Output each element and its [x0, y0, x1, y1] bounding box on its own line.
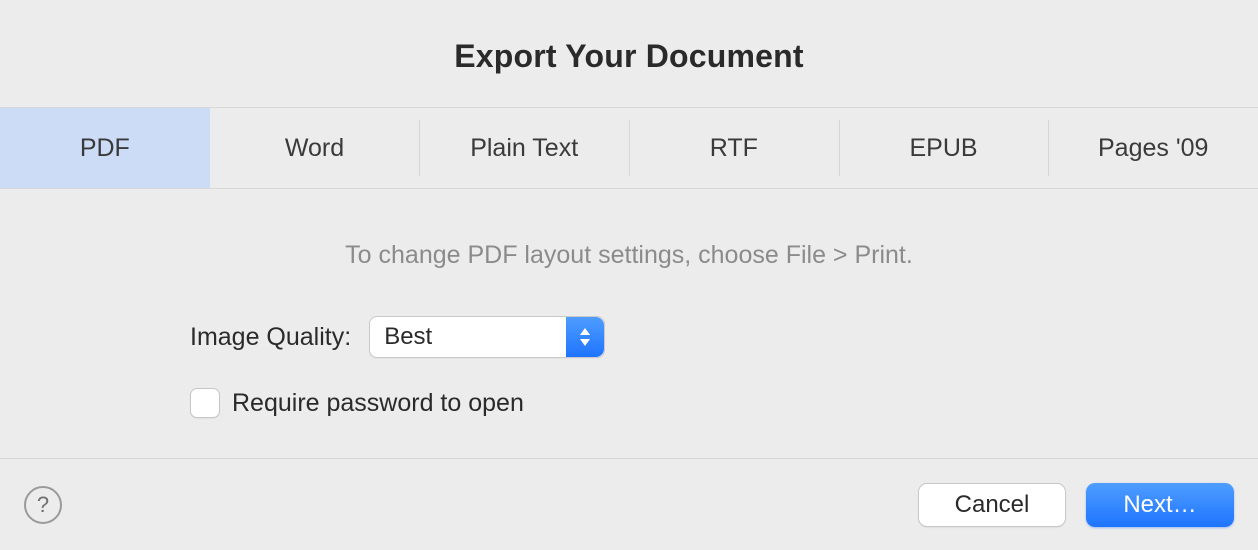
- next-label: Next…: [1123, 491, 1196, 519]
- tab-label: EPUB: [909, 134, 977, 163]
- format-tabs: PDF Word Plain Text RTF EPUB Pages '09: [0, 107, 1258, 189]
- tab-pdf[interactable]: PDF: [0, 108, 210, 188]
- cancel-button[interactable]: Cancel: [918, 483, 1066, 527]
- require-password-checkbox[interactable]: [190, 388, 220, 418]
- dialog-footer: ? Cancel Next…: [0, 458, 1258, 550]
- image-quality-value: Best: [384, 323, 432, 351]
- tab-epub[interactable]: EPUB: [839, 108, 1049, 188]
- tab-label: Plain Text: [470, 134, 578, 163]
- dialog-title: Export Your Document: [0, 0, 1258, 107]
- tab-label: Pages '09: [1098, 134, 1208, 163]
- image-quality-label: Image Quality:: [190, 323, 351, 352]
- tab-label: PDF: [80, 134, 130, 163]
- help-icon: ?: [37, 492, 49, 518]
- select-stepper-icon: [566, 317, 604, 357]
- cancel-label: Cancel: [955, 491, 1030, 519]
- tab-pages-09[interactable]: Pages '09: [1048, 108, 1258, 188]
- image-quality-select[interactable]: Best: [369, 316, 605, 358]
- help-button[interactable]: ?: [24, 486, 62, 524]
- next-button[interactable]: Next…: [1086, 483, 1234, 527]
- image-quality-row: Image Quality: Best: [190, 316, 1238, 358]
- export-dialog: Export Your Document PDF Word Plain Text…: [0, 0, 1258, 550]
- layout-hint: To change PDF layout settings, choose Fi…: [20, 241, 1238, 270]
- require-password-label: Require password to open: [232, 389, 524, 418]
- tab-label: RTF: [710, 134, 758, 163]
- tab-rtf[interactable]: RTF: [629, 108, 839, 188]
- tab-content: To change PDF layout settings, choose Fi…: [0, 189, 1258, 458]
- tab-plain-text[interactable]: Plain Text: [419, 108, 629, 188]
- require-password-row: Require password to open: [190, 388, 1238, 418]
- tab-label: Word: [285, 134, 344, 163]
- tab-word[interactable]: Word: [210, 108, 420, 188]
